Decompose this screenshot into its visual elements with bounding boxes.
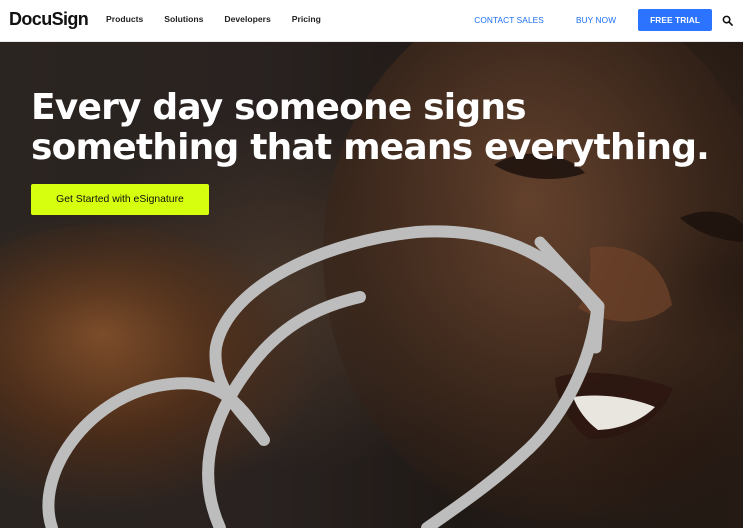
products-link[interactable]: Products <box>106 14 143 24</box>
search-icon[interactable] <box>722 15 733 26</box>
get-started-button[interactable]: Get Started with eSignature <box>31 184 209 215</box>
free-trial-button[interactable]: FREE TRIAL <box>638 9 712 31</box>
contact-sales-link[interactable]: CONTACT SALES <box>474 15 544 25</box>
primary-nav: Products Solutions Developers Pricing <box>106 14 342 24</box>
docusign-page: DocuSign Products Solutions Developers P… <box>0 0 743 528</box>
docusign-logo[interactable]: DocuSign <box>9 9 89 30</box>
hero-headline-line-1: Every day someone signs <box>31 87 527 128</box>
developers-link[interactable]: Developers <box>224 14 270 24</box>
top-navigation: DocuSign Products Solutions Developers P… <box>0 0 743 42</box>
buy-now-link[interactable]: BUY NOW <box>576 15 616 25</box>
solutions-link[interactable]: Solutions <box>164 14 203 24</box>
hero-headline: Every day someone signs something that m… <box>31 88 721 168</box>
hero-headline-line-2: something that means everything. <box>31 127 710 168</box>
pricing-link[interactable]: Pricing <box>292 14 321 24</box>
header-actions: CONTACT SALES BUY NOW FREE TRIAL <box>474 9 733 31</box>
hero-section: Every day someone signs something that m… <box>0 42 743 528</box>
